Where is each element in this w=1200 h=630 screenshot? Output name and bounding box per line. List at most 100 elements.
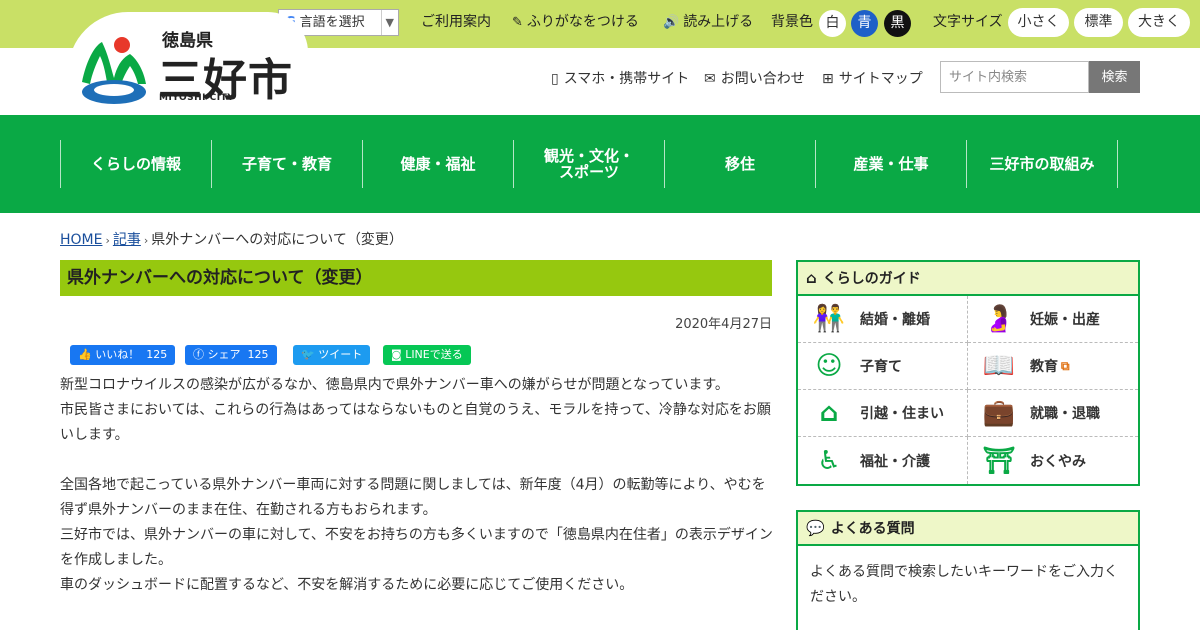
living-guide-grid: 👫 結婚・離婚 🤰 妊娠・出産 ☺ 子育て 📖 教育 ⧉ ⌂ 引越・住まい 💼 就職・退職 ♿… xyxy=(798,296,1138,484)
breadcrumb-articles-link[interactable]: 記事 xyxy=(113,232,141,248)
thumbs-up-icon: 👍 xyxy=(78,348,92,361)
guide-item-childcare[interactable]: ☺ 子育て xyxy=(798,343,968,390)
mobile-site-label: スマホ・携帯サイト xyxy=(563,71,690,87)
living-guide-header: ⌂ くらしのガイド xyxy=(798,262,1138,296)
nav-item-health[interactable]: 健康・福祉 xyxy=(362,140,513,188)
guide-item-label: 引越・住まい xyxy=(860,406,944,422)
briefcase-icon: 💼 xyxy=(982,398,1016,428)
guide-item-label: 子育て xyxy=(860,359,902,375)
article-paragraph: 市民皆さまにおいては、これらの行為はあってはならないものと自覚のうえ、モラルを持… xyxy=(60,402,771,443)
facebook-icon: ⓕ xyxy=(193,348,204,361)
breadcrumb-current: 県外ナンバーへの対応について（変更） xyxy=(151,232,403,248)
nav-item-childcare[interactable]: 子育て・教育 xyxy=(211,140,362,188)
search-button[interactable]: 検索 xyxy=(1089,61,1140,93)
nav-item-initiatives[interactable]: 三好市の取組み xyxy=(966,140,1117,188)
sitemap-icon: ⊞ xyxy=(822,71,834,87)
article-body: 新型コロナウイルスの感染が広がるなか、徳島県内で県外ナンバー車への嫌がらせが問題… xyxy=(60,373,775,598)
guide-item-pregnancy[interactable]: 🤰 妊娠・出産 xyxy=(968,296,1138,343)
line-icon: ◙ xyxy=(391,348,402,361)
breadcrumb-separator: › xyxy=(143,234,149,247)
bg-black-button[interactable]: 黒 xyxy=(884,10,911,37)
faq-description: よくある質問で検索したいキーワードをご入力ください。 xyxy=(810,564,1118,605)
read-aloud-button[interactable]: 🔊 読み上げる xyxy=(663,0,753,44)
city-emblem-icon[interactable] xyxy=(78,34,148,106)
faq-title: よくある質問 xyxy=(830,521,915,537)
nav-divider xyxy=(1117,140,1118,188)
font-normal-button[interactable]: 標準 xyxy=(1074,8,1123,37)
facebook-share-button[interactable]: ⓕ シェア 125 xyxy=(185,345,277,365)
site-guide-link[interactable]: ご利用案内 xyxy=(421,0,491,44)
search-input[interactable] xyxy=(940,61,1089,93)
speech-bubbles-icon: 💬 xyxy=(806,519,825,537)
read-aloud-label: 読み上げる xyxy=(683,14,754,30)
article-paragraph: 三好市では、県外ナンバーの車に対して、不安をお持ちの方も多くいますので「徳島県内… xyxy=(60,527,773,568)
book-icon: 📖 xyxy=(982,351,1016,381)
speaker-icon: 🔊 xyxy=(663,15,680,30)
mobile-site-link[interactable]: ▯ スマホ・携帯サイト xyxy=(551,68,689,88)
line-share-button[interactable]: ◙ LINEで送る xyxy=(383,345,471,365)
furigana-button[interactable]: ✎ ふりがなをつける xyxy=(512,0,639,44)
memorial-icon: ⛩ xyxy=(982,445,1016,476)
font-small-button[interactable]: 小さく xyxy=(1008,8,1069,37)
twitter-icon: 🐦 xyxy=(301,348,315,361)
font-size-label: 文字サイズ xyxy=(933,14,1003,30)
bg-white-button[interactable]: 白 xyxy=(819,10,846,37)
living-guide-box: ⌂ くらしのガイド 👫 結婚・離婚 🤰 妊娠・出産 ☺ 子育て 📖 教育 ⧉ ⌂ 引越・住まい… xyxy=(796,260,1140,486)
wheelchair-icon: ♿ xyxy=(817,445,841,476)
share-label: シェア xyxy=(207,348,241,361)
pregnancy-icon: 🤰 xyxy=(982,304,1016,334)
faq-header: 💬 よくある質問 xyxy=(798,512,1138,546)
guide-item-welfare[interactable]: ♿ 福祉・介護 xyxy=(798,437,968,484)
article-paragraph: 全国各地で起こっている県外ナンバー車両に対する問題に関しましては、新年度（4月）… xyxy=(60,477,766,518)
contact-label: お問い合わせ xyxy=(720,71,805,87)
furigana-label: ふりがなをつける xyxy=(526,14,639,30)
smartphone-icon: ▯ xyxy=(551,71,559,87)
facebook-like-button[interactable]: 👍 いいね！ 125 xyxy=(70,345,176,365)
article-paragraph: 新型コロナウイルスの感染が広がるなか、徳島県内で県外ナンバー車への嫌がらせが問題… xyxy=(60,377,729,393)
share-count: 125 xyxy=(247,348,269,361)
guide-item-employment[interactable]: 💼 就職・退職 xyxy=(968,390,1138,437)
tweet-button[interactable]: 🐦 ツイート xyxy=(293,345,371,365)
nav-item-migration[interactable]: 移住 xyxy=(664,140,815,188)
guide-item-label: 就職・退職 xyxy=(1030,406,1100,422)
like-count: 125 xyxy=(146,348,168,361)
guide-item-education[interactable]: 📖 教育 ⧉ xyxy=(968,343,1138,390)
page-title: 県外ナンバーへの対応について（変更） xyxy=(60,260,772,296)
faq-box: 💬 よくある質問 よくある質問で検索したいキーワードをご入力ください。 xyxy=(796,510,1140,630)
guide-item-label: 福祉・介護 xyxy=(860,453,930,470)
living-guide-title: くらしのガイド xyxy=(822,271,921,287)
guide-item-label: おくやみ xyxy=(1030,453,1086,470)
chevron-down-icon: ▼ xyxy=(380,10,394,35)
font-large-button[interactable]: 大きく xyxy=(1128,8,1190,37)
nav-item-industry[interactable]: 産業・仕事 xyxy=(815,140,966,188)
external-link-icon: ⧉ xyxy=(1061,358,1070,373)
article-paragraph: 車のダッシュボードに配置するなど、不安を解消するために必要に応じてご使用ください… xyxy=(60,577,634,593)
post-date: 2020年4月27日 xyxy=(675,317,772,332)
couple-icon: 👫 xyxy=(812,304,846,334)
like-label: いいね！ xyxy=(95,348,140,361)
guide-item-housing[interactable]: ⌂ 引越・住まい xyxy=(798,390,968,437)
tweet-label: ツイート xyxy=(318,348,363,361)
house-icon: ⌂ xyxy=(819,398,839,428)
global-nav: くらしの情報 子育て・教育 健康・福祉 観光・文化・スポーツ 移住 産業・仕事 … xyxy=(0,115,1200,213)
logo-city-english: MIYOSHI CITY xyxy=(159,93,235,103)
sitemap-link[interactable]: ⊞ サイトマップ xyxy=(822,68,923,88)
nav-item-tourism[interactable]: 観光・文化・スポーツ xyxy=(513,140,664,188)
language-select-label: 言語を選択 xyxy=(299,15,365,30)
sitemap-label: サイトマップ xyxy=(838,71,923,87)
home-icon: ⌂ xyxy=(806,269,817,287)
line-label: LINEで送る xyxy=(405,348,463,361)
guide-item-label: 結婚・離婚 xyxy=(860,312,930,328)
contact-link[interactable]: ✉ お問い合わせ xyxy=(704,68,805,88)
guide-item-condolence[interactable]: ⛩ おくやみ xyxy=(968,437,1138,484)
breadcrumb-separator: › xyxy=(105,234,110,247)
pencil-icon: ✎ xyxy=(512,15,523,30)
bg-color-label: 背景色 xyxy=(771,14,813,30)
guide-item-label: 妊娠・出産 xyxy=(1030,312,1100,328)
envelope-icon: ✉ xyxy=(704,71,716,87)
breadcrumb-home-link[interactable]: HOME xyxy=(60,232,102,248)
nav-item-living[interactable]: くらしの情報 xyxy=(60,140,211,188)
guide-item-marriage[interactable]: 👫 結婚・離婚 xyxy=(798,296,968,343)
bg-blue-button[interactable]: 青 xyxy=(851,10,878,37)
